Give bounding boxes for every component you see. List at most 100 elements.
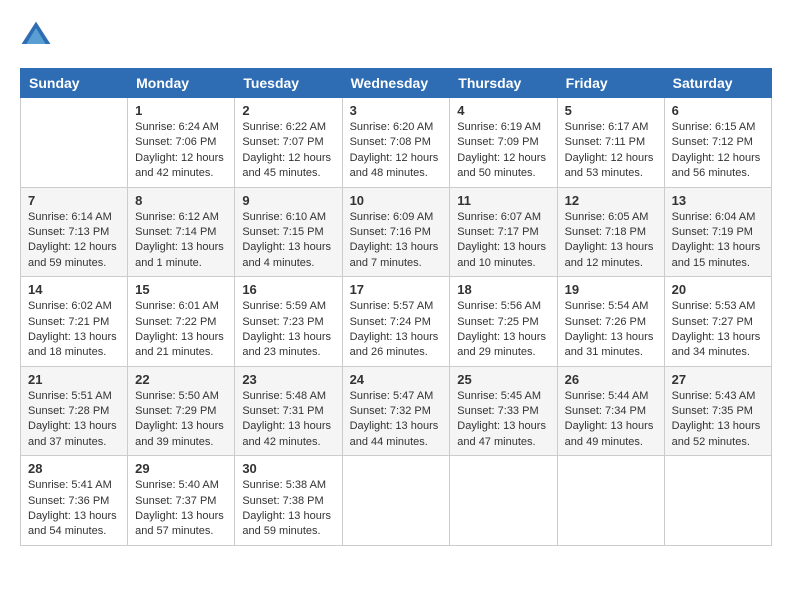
day-info: Sunrise: 5:53 AM Sunset: 7:27 PM Dayligh… bbox=[672, 299, 764, 361]
day-info: Sunrise: 5:50 AM Sunset: 7:29 PM Dayligh… bbox=[135, 389, 227, 451]
day-number: 27 bbox=[672, 372, 764, 387]
calendar-week-row: 7 Sunrise: 6:14 AM Sunset: 7:13 PM Daylig… bbox=[21, 187, 772, 277]
calendar-cell: 28 Sunrise: 5:41 AM Sunset: 7:36 PM Dayli… bbox=[21, 456, 128, 546]
calendar-cell: 4 Sunrise: 6:19 AM Sunset: 7:09 PM Daylig… bbox=[450, 98, 557, 188]
calendar-cell: 3Sunrise: 6:20 AM Sunset: 7:08 PM Daylig… bbox=[342, 98, 450, 188]
day-number: 19 bbox=[565, 282, 657, 297]
calendar-cell: 11 Sunrise: 6:07 AM Sunset: 7:17 PM Dayli… bbox=[450, 187, 557, 277]
day-info: Sunrise: 6:04 AM Sunset: 7:19 PM Dayligh… bbox=[672, 210, 764, 272]
day-info: Sunrise: 6:09 AM Sunset: 7:16 PM Dayligh… bbox=[350, 210, 443, 272]
calendar-cell: 6 Sunrise: 6:15 AM Sunset: 7:12 PM Daylig… bbox=[664, 98, 771, 188]
day-number: 17 bbox=[350, 282, 443, 297]
calendar-header-row: SundayMondayTuesdayWednesdayThursdayFrid… bbox=[21, 69, 772, 98]
day-info: Sunrise: 5:57 AM Sunset: 7:24 PM Dayligh… bbox=[350, 299, 443, 361]
calendar-week-row: 14 Sunrise: 6:02 AM Sunset: 7:21 PM Dayli… bbox=[21, 277, 772, 367]
logo-icon bbox=[20, 20, 52, 52]
day-info: Sunrise: 5:48 AM Sunset: 7:31 PM Dayligh… bbox=[242, 389, 334, 451]
column-header-saturday: Saturday bbox=[664, 69, 771, 98]
day-number: 26 bbox=[565, 372, 657, 387]
day-info: Sunrise: 6:24 AM Sunset: 7:06 PM Dayligh… bbox=[135, 120, 227, 182]
day-info: Sunrise: 5:44 AM Sunset: 7:34 PM Dayligh… bbox=[565, 389, 657, 451]
calendar-cell: 17 Sunrise: 5:57 AM Sunset: 7:24 PM Dayli… bbox=[342, 277, 450, 367]
calendar-cell: 22 Sunrise: 5:50 AM Sunset: 7:29 PM Dayli… bbox=[128, 366, 235, 456]
day-number: 22 bbox=[135, 372, 227, 387]
day-number: 3 bbox=[350, 103, 443, 118]
day-info: Sunrise: 6:02 AM Sunset: 7:21 PM Dayligh… bbox=[28, 299, 120, 361]
calendar-cell: 12Sunrise: 6:05 AM Sunset: 7:18 PM Dayli… bbox=[557, 187, 664, 277]
calendar-cell: 1 Sunrise: 6:24 AM Sunset: 7:06 PM Daylig… bbox=[128, 98, 235, 188]
calendar-cell: 15 Sunrise: 6:01 AM Sunset: 7:22 PM Dayli… bbox=[128, 277, 235, 367]
day-info: Sunrise: 6:17 AM Sunset: 7:11 PM Dayligh… bbox=[565, 120, 657, 182]
day-info: Sunrise: 5:38 AM Sunset: 7:38 PM Dayligh… bbox=[242, 478, 334, 540]
calendar-week-row: 1 Sunrise: 6:24 AM Sunset: 7:06 PM Daylig… bbox=[21, 98, 772, 188]
calendar-cell: 14 Sunrise: 6:02 AM Sunset: 7:21 PM Dayli… bbox=[21, 277, 128, 367]
calendar-cell: 16 Sunrise: 5:59 AM Sunset: 7:23 PM Dayli… bbox=[235, 277, 342, 367]
calendar-cell: 25 Sunrise: 5:45 AM Sunset: 7:33 PM Dayli… bbox=[450, 366, 557, 456]
day-number: 4 bbox=[457, 103, 549, 118]
column-header-friday: Friday bbox=[557, 69, 664, 98]
column-header-wednesday: Wednesday bbox=[342, 69, 450, 98]
day-number: 14 bbox=[28, 282, 120, 297]
day-info: Sunrise: 5:40 AM Sunset: 7:37 PM Dayligh… bbox=[135, 478, 227, 540]
day-number: 15 bbox=[135, 282, 227, 297]
day-info: Sunrise: 6:10 AM Sunset: 7:15 PM Dayligh… bbox=[242, 210, 334, 272]
day-number: 16 bbox=[242, 282, 334, 297]
calendar-cell: 9Sunrise: 6:10 AM Sunset: 7:15 PM Daylig… bbox=[235, 187, 342, 277]
day-info: Sunrise: 6:01 AM Sunset: 7:22 PM Dayligh… bbox=[135, 299, 227, 361]
day-number: 29 bbox=[135, 461, 227, 476]
logo bbox=[20, 20, 56, 52]
day-number: 24 bbox=[350, 372, 443, 387]
calendar-cell bbox=[450, 456, 557, 546]
day-number: 23 bbox=[242, 372, 334, 387]
day-number: 10 bbox=[350, 193, 443, 208]
calendar-cell: 21Sunrise: 5:51 AM Sunset: 7:28 PM Dayli… bbox=[21, 366, 128, 456]
day-info: Sunrise: 6:07 AM Sunset: 7:17 PM Dayligh… bbox=[457, 210, 549, 272]
column-header-sunday: Sunday bbox=[21, 69, 128, 98]
calendar-cell: 8 Sunrise: 6:12 AM Sunset: 7:14 PM Daylig… bbox=[128, 187, 235, 277]
calendar-cell bbox=[21, 98, 128, 188]
calendar-week-row: 21Sunrise: 5:51 AM Sunset: 7:28 PM Dayli… bbox=[21, 366, 772, 456]
column-header-thursday: Thursday bbox=[450, 69, 557, 98]
day-number: 2 bbox=[242, 103, 334, 118]
day-number: 20 bbox=[672, 282, 764, 297]
day-info: Sunrise: 5:45 AM Sunset: 7:33 PM Dayligh… bbox=[457, 389, 549, 451]
day-number: 8 bbox=[135, 193, 227, 208]
day-number: 11 bbox=[457, 193, 549, 208]
calendar-cell: 10 Sunrise: 6:09 AM Sunset: 7:16 PM Dayli… bbox=[342, 187, 450, 277]
calendar-cell: 23 Sunrise: 5:48 AM Sunset: 7:31 PM Dayli… bbox=[235, 366, 342, 456]
calendar-week-row: 28 Sunrise: 5:41 AM Sunset: 7:36 PM Dayli… bbox=[21, 456, 772, 546]
day-number: 13 bbox=[672, 193, 764, 208]
day-info: Sunrise: 6:12 AM Sunset: 7:14 PM Dayligh… bbox=[135, 210, 227, 272]
calendar-cell: 5Sunrise: 6:17 AM Sunset: 7:11 PM Daylig… bbox=[557, 98, 664, 188]
day-number: 21 bbox=[28, 372, 120, 387]
day-number: 28 bbox=[28, 461, 120, 476]
calendar-cell: 19 Sunrise: 5:54 AM Sunset: 7:26 PM Dayli… bbox=[557, 277, 664, 367]
day-number: 1 bbox=[135, 103, 227, 118]
day-info: Sunrise: 5:41 AM Sunset: 7:36 PM Dayligh… bbox=[28, 478, 120, 540]
calendar-cell: 26 Sunrise: 5:44 AM Sunset: 7:34 PM Dayli… bbox=[557, 366, 664, 456]
calendar-cell: 20 Sunrise: 5:53 AM Sunset: 7:27 PM Dayli… bbox=[664, 277, 771, 367]
calendar-cell bbox=[664, 456, 771, 546]
day-number: 18 bbox=[457, 282, 549, 297]
calendar-cell: 30 Sunrise: 5:38 AM Sunset: 7:38 PM Dayli… bbox=[235, 456, 342, 546]
day-info: Sunrise: 6:14 AM Sunset: 7:13 PM Dayligh… bbox=[28, 210, 120, 272]
day-info: Sunrise: 5:47 AM Sunset: 7:32 PM Dayligh… bbox=[350, 389, 443, 451]
day-info: Sunrise: 6:15 AM Sunset: 7:12 PM Dayligh… bbox=[672, 120, 764, 182]
calendar-cell: 18Sunrise: 5:56 AM Sunset: 7:25 PM Dayli… bbox=[450, 277, 557, 367]
column-header-tuesday: Tuesday bbox=[235, 69, 342, 98]
calendar-cell: 7 Sunrise: 6:14 AM Sunset: 7:13 PM Daylig… bbox=[21, 187, 128, 277]
calendar-cell: 29 Sunrise: 5:40 AM Sunset: 7:37 PM Dayli… bbox=[128, 456, 235, 546]
day-number: 25 bbox=[457, 372, 549, 387]
day-info: Sunrise: 5:54 AM Sunset: 7:26 PM Dayligh… bbox=[565, 299, 657, 361]
day-info: Sunrise: 5:43 AM Sunset: 7:35 PM Dayligh… bbox=[672, 389, 764, 451]
calendar-cell: 13 Sunrise: 6:04 AM Sunset: 7:19 PM Dayli… bbox=[664, 187, 771, 277]
day-number: 30 bbox=[242, 461, 334, 476]
day-number: 12 bbox=[565, 193, 657, 208]
page-header bbox=[20, 20, 772, 52]
day-number: 7 bbox=[28, 193, 120, 208]
day-info: Sunrise: 6:19 AM Sunset: 7:09 PM Dayligh… bbox=[457, 120, 549, 182]
day-info: Sunrise: 6:22 AM Sunset: 7:07 PM Dayligh… bbox=[242, 120, 334, 182]
column-header-monday: Monday bbox=[128, 69, 235, 98]
day-number: 6 bbox=[672, 103, 764, 118]
day-info: Sunrise: 5:59 AM Sunset: 7:23 PM Dayligh… bbox=[242, 299, 334, 361]
